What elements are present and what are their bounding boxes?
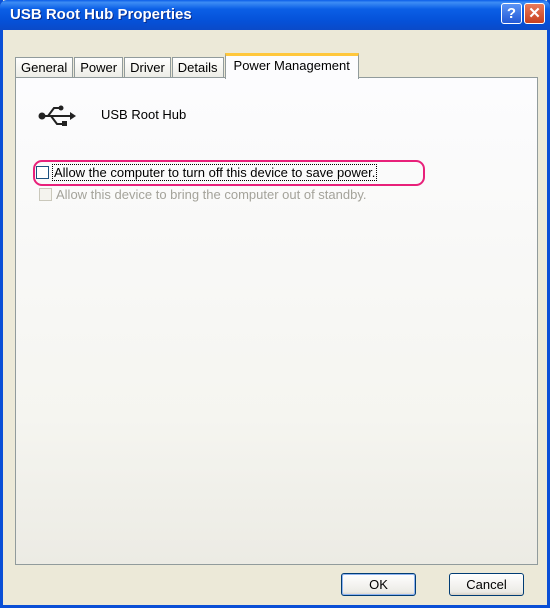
- ok-button[interactable]: OK: [341, 573, 416, 596]
- help-icon[interactable]: ?: [501, 3, 522, 24]
- cancel-button[interactable]: Cancel: [449, 573, 524, 596]
- tab-general[interactable]: General: [15, 57, 74, 78]
- tab-driver[interactable]: Driver: [124, 57, 171, 78]
- title-bar[interactable]: USB Root Hub Properties ? ✕: [0, 0, 550, 30]
- allow-power-off-checkbox[interactable]: [36, 166, 49, 179]
- power-management-panel: USB Root Hub Allow the computer to turn …: [15, 77, 538, 565]
- tab-power-management[interactable]: Power Management: [224, 53, 359, 79]
- window-title: USB Root Hub Properties: [10, 6, 192, 23]
- device-name: USB Root Hub: [101, 107, 187, 122]
- usb-icon: [38, 105, 76, 126]
- tab-strip: General Power Driver Details Power Manag…: [15, 53, 360, 79]
- allow-wake-label: Allow this device to bring the computer …: [56, 187, 367, 202]
- properties-dialog: USB Root Hub Properties ? ✕ General Powe…: [0, 0, 550, 608]
- allow-wake-option: Allow this device to bring the computer …: [39, 187, 366, 202]
- allow-wake-checkbox: [39, 188, 52, 201]
- allow-power-off-option[interactable]: Allow the computer to turn off this devi…: [36, 164, 378, 181]
- close-icon[interactable]: ✕: [524, 3, 545, 24]
- tab-details[interactable]: Details: [171, 57, 224, 78]
- allow-power-off-label[interactable]: Allow the computer to turn off this devi…: [52, 164, 378, 181]
- tab-power[interactable]: Power: [74, 57, 124, 78]
